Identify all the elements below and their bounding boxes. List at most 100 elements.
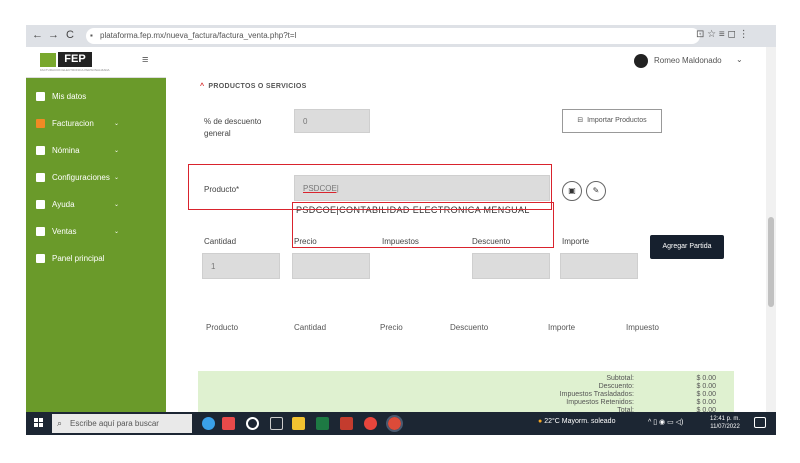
- section-title-text: PRODUCTOS O SERVICIOS: [208, 83, 307, 90]
- back-icon[interactable]: ←: [32, 29, 43, 41]
- col-header-precio: Precio: [380, 323, 403, 332]
- logo-area: FEP FACTURACION ELECTRONICA PERSONALIZAD…: [26, 47, 166, 78]
- browser-actions-icons[interactable]: ⊡ ☆ ≡ ◻ ⋮: [696, 29, 749, 40]
- paint-icon[interactable]: [222, 417, 235, 430]
- clock-date: 11/07/2022: [710, 424, 740, 430]
- discount-total-value: $ 0.00: [696, 383, 716, 390]
- import-icon: ⊟: [577, 117, 584, 124]
- amount-label: Importe: [562, 237, 590, 246]
- chevron-down-icon: ⌄: [114, 148, 120, 154]
- lock-icon: ▪: [90, 31, 93, 40]
- import-products-button[interactable]: ⊟ Importar Productos: [562, 109, 662, 133]
- sidebar-item-label: Configuraciones: [52, 173, 110, 182]
- windows-taskbar: ⌕ Escribe aquí para buscar ● 22°C Mayorm…: [26, 412, 776, 435]
- logo-text: FEP: [58, 52, 92, 67]
- sidebar-item-panel-principal[interactable]: Panel principal: [26, 248, 166, 270]
- taskbar-search-placeholder: Escribe aquí para buscar: [70, 419, 159, 428]
- chevron-down-icon[interactable]: ⌄: [736, 55, 743, 64]
- price-label: Precio: [294, 237, 317, 246]
- sidebar-item-configuraciones[interactable]: Configuraciones ⌄: [26, 167, 166, 189]
- lookup-product-button[interactable]: ▣: [562, 181, 582, 201]
- discount-label-line2: general: [204, 129, 231, 138]
- sidebar-item-facturacion[interactable]: Facturacion ⌄: [26, 113, 166, 135]
- system-tray-icons[interactable]: ^ ▯ ◉ ▭ ◁): [648, 418, 683, 426]
- logo-subtitle: FACTURACION ELECTRONICA PERSONALIZADA: [40, 68, 110, 72]
- subtotal-label: Subtotal:: [606, 375, 634, 382]
- url-text: plataforma.fep.mx/nueva_factura/factura_…: [100, 31, 297, 40]
- sidebar-item-mis-datos[interactable]: Mis datos: [26, 86, 166, 108]
- payroll-icon: [36, 146, 45, 155]
- search-icon: ⌕: [57, 418, 63, 428]
- import-button-label: Importar Productos: [587, 117, 647, 124]
- sidebar-item-ventas[interactable]: Ventas ⌄: [26, 221, 166, 243]
- page-scrollbar[interactable]: [766, 47, 776, 412]
- sidebar-item-label: Ventas: [52, 227, 77, 236]
- discount-col-label: Descuento: [472, 237, 511, 246]
- withheld-taxes-value: $ 0.00: [696, 399, 716, 406]
- weather-widget[interactable]: ● 22°C Mayorm. soleado: [538, 418, 615, 425]
- forward-icon[interactable]: →: [48, 29, 59, 41]
- app-header: Romeo Maldonado ⌄: [166, 47, 776, 78]
- menu-toggle-icon[interactable]: ≡: [142, 54, 148, 66]
- sidebar-item-label: Ayuda: [52, 200, 75, 209]
- task-view-icon[interactable]: [270, 417, 283, 430]
- gear-icon: [36, 173, 45, 182]
- clock[interactable]: 12:41 p. m. 11/07/2022: [710, 415, 740, 431]
- sidebar-item-nomina[interactable]: Nómina ⌄: [26, 140, 166, 162]
- sidebar-item-label: Panel principal: [52, 254, 105, 263]
- transferred-taxes-value: $ 0.00: [696, 391, 716, 398]
- help-icon: [36, 200, 45, 209]
- address-bar[interactable]: ▪ plataforma.fep.mx/nueva_factura/factur…: [86, 28, 700, 44]
- windows-start-icon[interactable]: [34, 418, 44, 428]
- transferred-taxes-label: Impuestos Trasladados:: [559, 391, 634, 398]
- discount-label-line1: % de descuento: [204, 117, 262, 126]
- browser-toolbar: ← → C ▪ plataforma.fep.mx/nueva_factura/…: [26, 25, 776, 47]
- user-name[interactable]: Romeo Maldonado: [654, 56, 722, 65]
- avatar-icon[interactable]: [634, 54, 648, 68]
- discount-input[interactable]: 0: [294, 109, 370, 133]
- reload-icon[interactable]: C: [66, 29, 74, 41]
- chevron-down-icon: ⌄: [114, 121, 120, 127]
- taskbar-search[interactable]: ⌕ Escribe aquí para buscar: [52, 414, 192, 433]
- screen-frame: ← → C ▪ plataforma.fep.mx/nueva_factura/…: [26, 25, 776, 435]
- chrome-active-icon[interactable]: [386, 415, 403, 432]
- clock-time: 12:41 p. m.: [710, 416, 741, 422]
- edit-product-button[interactable]: ✎: [586, 181, 606, 201]
- logo-icon: [40, 53, 56, 67]
- app-icon[interactable]: [340, 417, 353, 430]
- section-title[interactable]: ^ PRODUCTOS O SERVICIOS: [200, 83, 307, 90]
- col-header-impuesto: Impuesto: [626, 323, 659, 332]
- file-explorer-icon[interactable]: [292, 417, 305, 430]
- notifications-icon[interactable]: [754, 417, 766, 428]
- widgets-icon[interactable]: [202, 417, 215, 430]
- col-header-importe: Importe: [548, 323, 576, 332]
- chevron-up-icon: ^: [200, 83, 205, 90]
- dashboard-icon: [36, 254, 45, 263]
- col-header-cantidad: Cantidad: [294, 323, 327, 332]
- sales-icon: [36, 227, 45, 236]
- catalog-icon: ▣: [568, 186, 576, 195]
- sun-icon: ●: [538, 418, 543, 425]
- weather-text: 22°C Mayorm. soleado: [544, 418, 616, 425]
- scrollbar-thumb[interactable]: [768, 217, 774, 307]
- sidebar: FEP FACTURACION ELECTRONICA PERSONALIZAD…: [26, 47, 166, 412]
- amount-input[interactable]: [560, 253, 638, 279]
- excel-icon[interactable]: [316, 417, 329, 430]
- col-header-descuento: Descuento: [450, 323, 489, 332]
- chrome-icon[interactable]: [364, 417, 377, 430]
- col-header-producto: Producto: [206, 323, 239, 332]
- discount-amount-input[interactable]: [472, 253, 550, 279]
- taxes-label: Impuestos: [382, 237, 419, 246]
- sidebar-item-label: Mis datos: [52, 92, 87, 101]
- main-content: ^ PRODUCTOS O SERVICIOS % de descuento ge…: [166, 77, 776, 431]
- user-card-icon: [36, 92, 45, 101]
- qty-input[interactable]: 1: [202, 253, 280, 279]
- withheld-taxes-label: Impuestos Retenidos:: [566, 399, 634, 406]
- price-input[interactable]: [292, 253, 370, 279]
- chevron-down-icon: ⌄: [114, 229, 120, 235]
- cortana-icon[interactable]: [246, 417, 259, 430]
- discount-total-label: Descuento:: [598, 383, 634, 390]
- sidebar-item-ayuda[interactable]: Ayuda ⌄: [26, 194, 166, 216]
- chevron-down-icon: ⌄: [114, 202, 120, 208]
- add-item-button[interactable]: Agregar Partida: [650, 235, 724, 259]
